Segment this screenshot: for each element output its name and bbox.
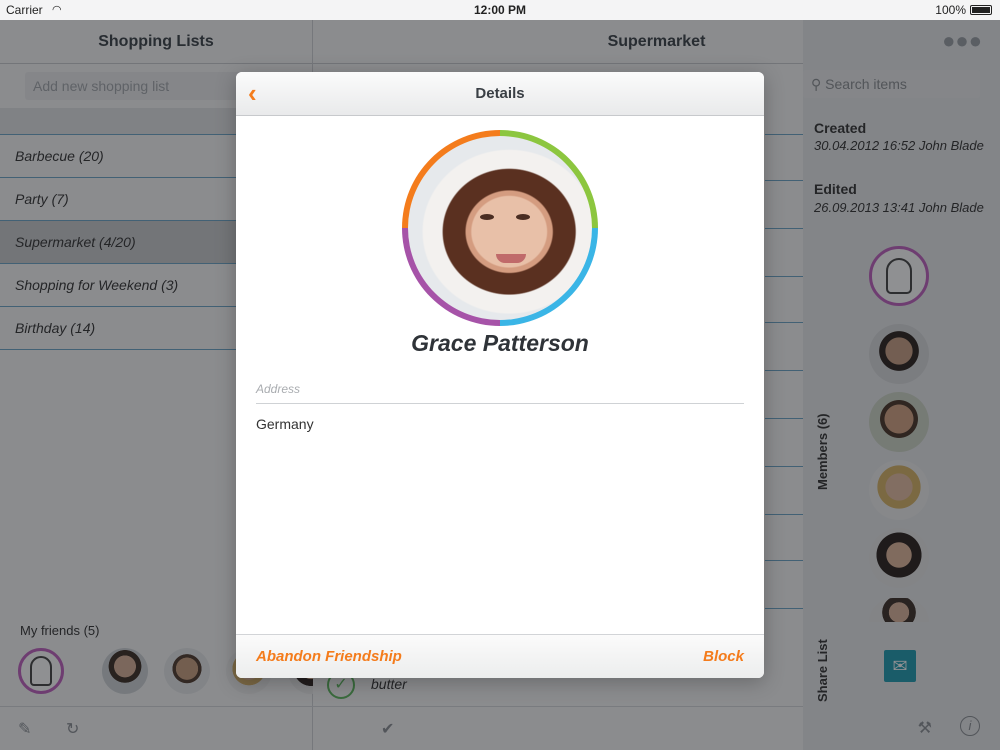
- photo-smile: [496, 254, 526, 263]
- contact-photo: [408, 136, 592, 320]
- clock: 12:00 PM: [473, 3, 527, 17]
- block-button[interactable]: Block: [703, 648, 744, 665]
- contact-avatar: [402, 130, 598, 326]
- modal-title: Details: [475, 85, 525, 102]
- address-divider: [256, 403, 744, 404]
- modal-header: ‹ Details: [236, 72, 764, 116]
- contact-name: Grace Patterson: [411, 330, 589, 356]
- abandon-friendship-button[interactable]: Abandon Friendship: [256, 648, 402, 665]
- photo-eye: [516, 214, 530, 220]
- status-bar: Carrier ◠ 12:00 PM 100%: [0, 0, 1000, 20]
- photo-eye: [480, 214, 494, 220]
- battery-percent: 100%: [935, 3, 966, 17]
- details-modal: ‹ Details Grace Patterson Address German…: [236, 72, 764, 678]
- modal-footer: Abandon Friendship Block: [236, 634, 764, 678]
- address-value: Germany: [256, 416, 314, 432]
- address-label: Address: [256, 382, 301, 396]
- battery-icon: [970, 5, 992, 15]
